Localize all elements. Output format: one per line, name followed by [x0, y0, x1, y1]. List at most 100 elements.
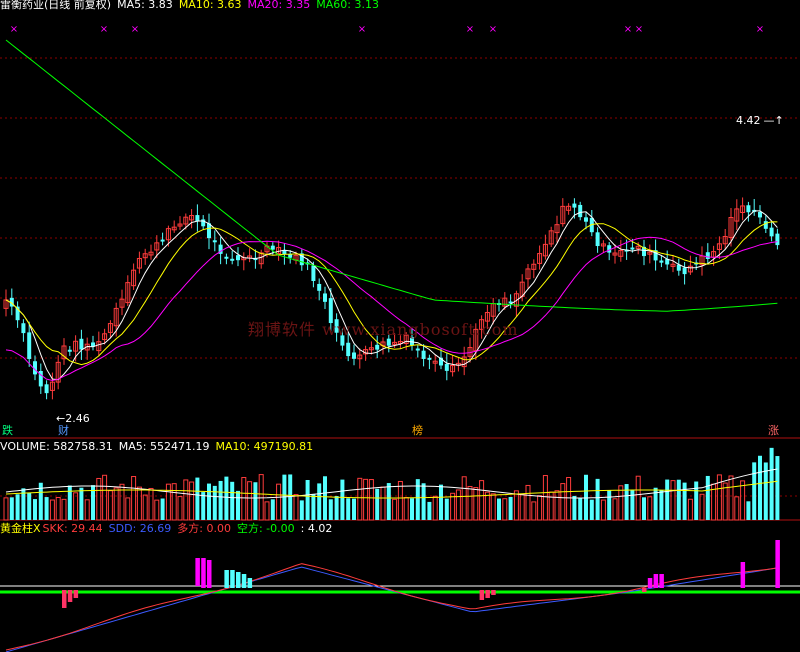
- volume-bar-132: [769, 447, 774, 520]
- volume-bar-104: [607, 490, 612, 520]
- volume-bar-29: [171, 483, 177, 521]
- volume-bar-2: [15, 494, 20, 520]
- top-marker-1: ×: [100, 24, 108, 35]
- volume-bar-119: [694, 481, 699, 520]
- volume-bar-100: [584, 474, 588, 520]
- volume-bar-106: [618, 485, 624, 521]
- volume-bar-42: [247, 481, 253, 521]
- volume-bar-110: [642, 497, 646, 520]
- volume-bar-58: [340, 479, 345, 520]
- candle-body-121: [705, 252, 710, 259]
- volume-bar-56: [328, 499, 333, 520]
- gold-bar-0: [62, 590, 67, 608]
- volume-bar-68: [397, 480, 403, 521]
- candle-body-7: [44, 384, 49, 394]
- volume-bar-51: [299, 500, 304, 520]
- gold-bar-7: [230, 570, 235, 588]
- volume-bar-115: [670, 480, 676, 521]
- volume-bar-99: [578, 497, 583, 520]
- volume-bar-76: [444, 498, 449, 520]
- volume-bar-62: [363, 478, 369, 521]
- top-marker-2: ×: [131, 24, 139, 35]
- gold-bar-15: [647, 578, 653, 588]
- volume-bar-82: [479, 480, 485, 521]
- volume-bar-21: [125, 497, 131, 521]
- candle-body-133: [775, 233, 780, 246]
- gold-bar-3: [195, 558, 200, 586]
- volume-bar-45: [264, 501, 270, 521]
- volume-bar-19: [113, 487, 119, 521]
- volume-bar-10: [61, 498, 67, 521]
- volume-bar-66: [386, 483, 391, 520]
- gold-bar-9: [241, 574, 247, 588]
- candle-body-72: [421, 350, 426, 359]
- volume-bar-87: [508, 496, 513, 520]
- volume-bar-36: [212, 485, 217, 520]
- candle-body-108: [630, 247, 635, 250]
- volume-bar-40: [236, 490, 240, 520]
- candle-body-104: [607, 245, 612, 253]
- volume-bar-127: [740, 480, 746, 521]
- candle-body-117: [682, 267, 687, 275]
- volume-bar-93: [542, 475, 548, 521]
- candle-body-54: [317, 283, 322, 291]
- volume-bar-37: [218, 480, 223, 520]
- volume-bar-98: [572, 495, 577, 520]
- volume-bar-116: [676, 479, 681, 520]
- volume-bar-38: [224, 476, 229, 520]
- candle-body-76: [444, 363, 449, 371]
- gold-bar-4: [201, 558, 206, 588]
- candle-body-71: [415, 348, 420, 351]
- volume-bar-109: [635, 475, 641, 521]
- candle-body-99: [578, 204, 583, 218]
- candle-body-64: [375, 344, 380, 350]
- volume-bar-60: [352, 498, 356, 520]
- volume-bar-89: [519, 493, 525, 521]
- volume-bar-117: [682, 482, 687, 520]
- gold-bar-18: [740, 562, 746, 588]
- volume-bar-7: [44, 497, 49, 520]
- volume-bar-18: [107, 490, 113, 521]
- candle-body-4: [27, 332, 32, 359]
- volume-bar-70: [410, 498, 414, 520]
- volume-bar-96: [560, 483, 566, 521]
- volume-bar-71: [415, 479, 420, 520]
- gold-bar-13: [491, 590, 496, 595]
- volume-bar-73: [427, 501, 432, 520]
- volume-bar-121: [705, 475, 710, 520]
- top-marker-3: ×: [358, 24, 366, 35]
- volume-bar-75: [439, 484, 443, 520]
- gold-bar-2: [73, 590, 79, 598]
- volume-bar-91: [531, 501, 537, 521]
- gold-bar-14: [642, 588, 647, 592]
- volume-bar-108: [630, 489, 635, 520]
- volume-bar-5: [33, 499, 37, 520]
- candle-body-13: [79, 338, 84, 350]
- volume-bar-90: [525, 484, 531, 521]
- volume-bar-39: [230, 481, 235, 520]
- volume-bar-103: [600, 499, 606, 521]
- volume-bar-33: [195, 477, 200, 520]
- volume-bar-28: [165, 483, 171, 521]
- volume-bar-22: [131, 476, 137, 521]
- volume-bar-95: [554, 490, 560, 521]
- candle-body-130: [758, 211, 762, 218]
- volume-bar-57: [334, 496, 339, 520]
- candle-body-113: [659, 260, 664, 263]
- gold-bar-10: [247, 578, 253, 588]
- top-marker-7: ×: [635, 24, 643, 35]
- candle-body-40: [236, 255, 240, 261]
- volume-bar-16: [96, 477, 102, 521]
- volume-bar-78: [455, 489, 461, 521]
- volume-bar-1: [9, 497, 14, 520]
- volume-bar-107: [624, 484, 629, 520]
- volume-bar-97: [566, 477, 572, 521]
- volume-bar-124: [722, 482, 728, 521]
- volume-bar-79: [461, 476, 467, 521]
- candle-body-60: [352, 352, 356, 359]
- volume-bar-17: [102, 474, 108, 521]
- top-marker-0: ×: [10, 24, 18, 35]
- volume-bar-81: [473, 487, 479, 521]
- gold-bar-11: [479, 590, 485, 600]
- volume-bar-118: [687, 498, 693, 521]
